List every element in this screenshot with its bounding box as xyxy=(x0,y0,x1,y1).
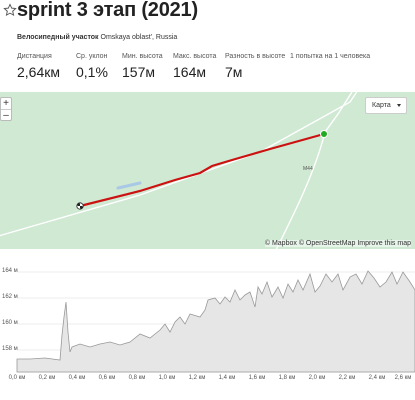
map-highway xyxy=(275,131,326,249)
stat-value: 0,1% xyxy=(76,64,108,80)
segment-map[interactable]: M44 + – Карта © Mapbox © OpenStreetMap I… xyxy=(0,92,415,249)
map-road xyxy=(0,92,358,237)
stat-label: Мин. высота xyxy=(122,53,163,60)
y-axis-label: 158 м xyxy=(2,346,18,352)
stat-label: Дистанция xyxy=(17,53,52,60)
x-axis-label: 2,4 км xyxy=(368,375,386,381)
route-finish-marker xyxy=(76,202,84,210)
segment-location: Omskaya oblast', Russia xyxy=(100,34,178,41)
x-axis-label: 0,2 км xyxy=(38,375,56,381)
map-canvas xyxy=(0,92,358,249)
stat-min-elevation: Мин. высота 157м xyxy=(122,53,163,80)
stat-value: 157м xyxy=(122,64,155,80)
elevation-area xyxy=(16,270,415,373)
map-water xyxy=(116,181,142,190)
zoom-out-button[interactable]: – xyxy=(1,110,11,121)
route-line xyxy=(79,132,325,208)
stat-label: Ср. уклон xyxy=(76,53,108,60)
stat-value: 2,64км xyxy=(17,64,60,80)
mapbox-link[interactable]: © Mapbox xyxy=(265,240,297,247)
stat-label: 1 попытка на 1 человека xyxy=(290,53,371,60)
stat-elevation-difference: Разность в высоте 7м xyxy=(225,53,285,80)
x-axis-label: 2,0 км xyxy=(308,375,326,381)
x-axis-label: 1,6 км xyxy=(248,375,266,381)
zoom-control: + – xyxy=(0,97,12,121)
chevron-down-icon xyxy=(397,104,401,107)
x-axis-label: 1,0 км xyxy=(158,375,176,381)
map-type-dropdown[interactable]: Карта xyxy=(365,97,407,114)
y-axis-label: 160 м xyxy=(2,320,18,326)
page-title: sprint 3 этап (2021) xyxy=(17,0,198,21)
map-type-label: Карта xyxy=(372,102,391,109)
segment-type: Велосипедный участок xyxy=(17,34,99,41)
map-highway-north xyxy=(324,92,353,133)
zoom-in-button[interactable]: + xyxy=(1,98,11,110)
map-attribution: © Mapbox © OpenStreetMap Improve this ma… xyxy=(264,240,411,247)
openstreetmap-link[interactable]: © OpenStreetMap xyxy=(299,240,356,247)
x-axis-label: 0,8 км xyxy=(128,375,146,381)
x-axis-label: 1,4 км xyxy=(218,375,236,381)
segment-subtitle: Велосипедный участок Omskaya oblast', Ru… xyxy=(17,34,177,41)
star-icon[interactable] xyxy=(3,3,17,17)
x-axis-label: 2,2 км xyxy=(338,375,356,381)
stat-avg-grade: Ср. уклон 0,1% xyxy=(76,53,108,80)
x-axis-label: 1,2 км xyxy=(188,375,206,381)
route-start-marker xyxy=(320,130,328,138)
y-axis-label: 164 м xyxy=(2,268,18,274)
improve-map-link[interactable]: Improve this map xyxy=(357,240,411,247)
stat-label: Макс. высота xyxy=(173,53,217,60)
stat-value: 164м xyxy=(173,64,206,80)
elevation-profile[interactable]: 164 м 162 м 160 м 158 м 0,0 км 0,2 км 0,… xyxy=(0,262,415,400)
stat-distance: Дистанция 2,64км xyxy=(17,53,60,80)
x-axis-label: 2,6 км xyxy=(394,375,412,381)
stat-max-elevation: Макс. высота 164м xyxy=(173,53,216,80)
x-axis-label: 0,6 км xyxy=(98,375,116,381)
segment-header: sprint 3 этап (2021) Велосипедный участо… xyxy=(0,0,415,90)
stat-value: 7м xyxy=(225,64,243,80)
road-label: M44 xyxy=(303,166,313,172)
stat-attempts: 1 попытка на 1 человека xyxy=(290,53,370,64)
stat-label: Разность в высоте xyxy=(225,53,286,60)
x-axis-label: 0,4 км xyxy=(68,375,86,381)
x-axis-label: 0,0 км xyxy=(8,375,26,381)
y-axis-label: 162 м xyxy=(2,294,18,300)
x-axis-label: 1,8 км xyxy=(278,375,296,381)
